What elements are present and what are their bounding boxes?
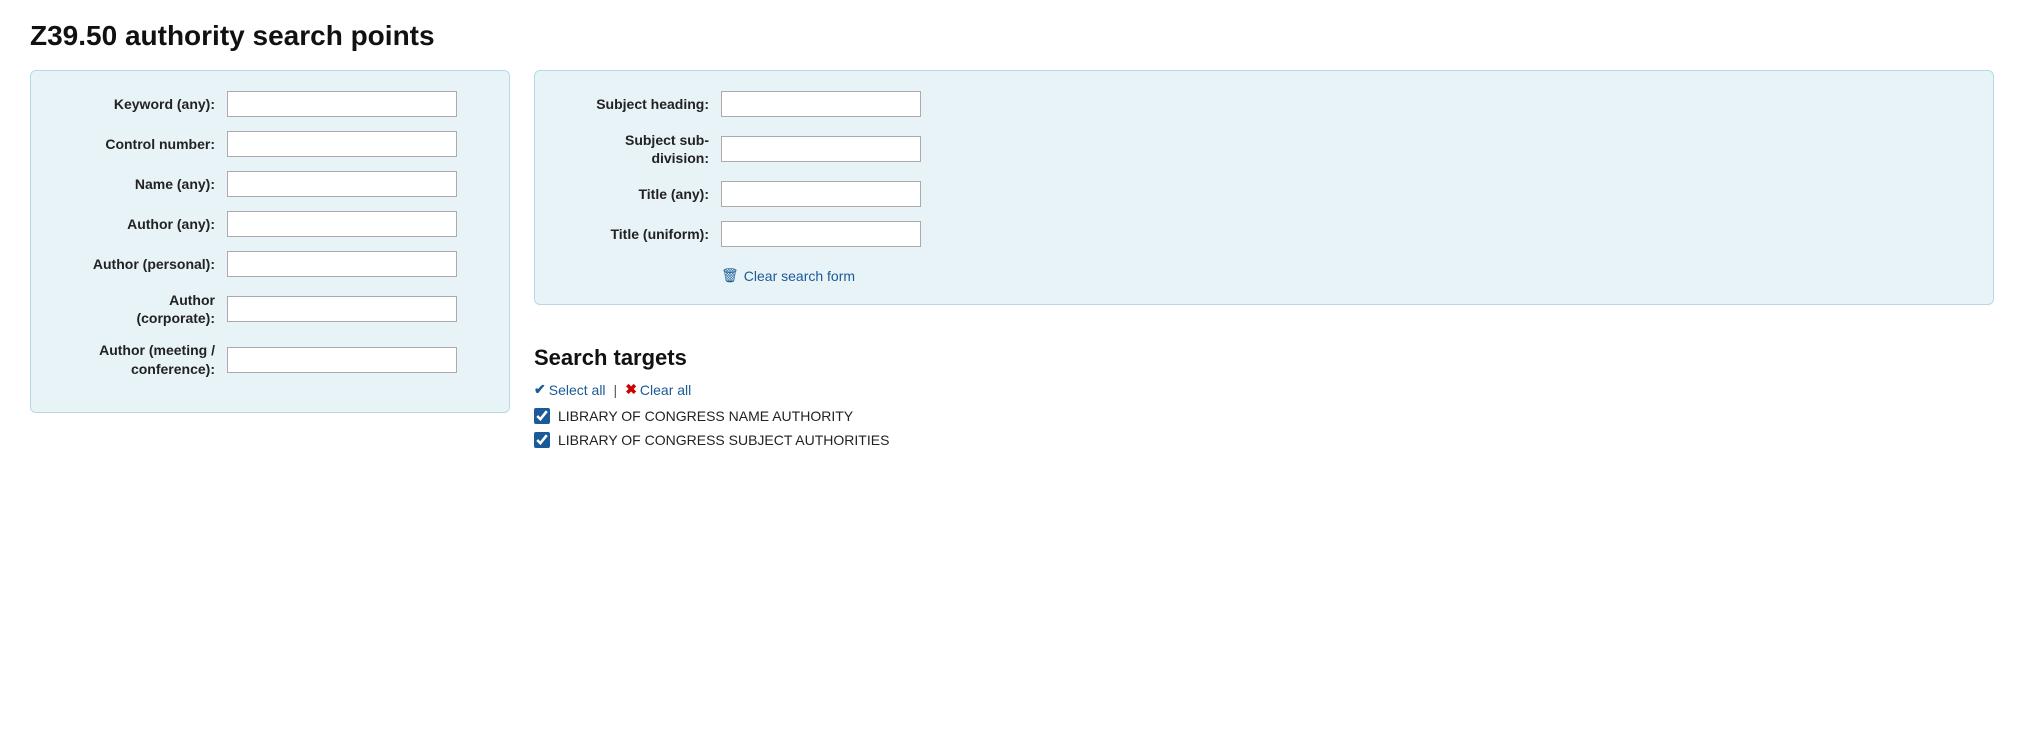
select-all-link[interactable]: ✔ Select all: [534, 381, 606, 398]
clear-search-label: Clear search form: [744, 268, 855, 284]
label-author-meeting: Author (meeting /conference):: [55, 341, 215, 377]
main-layout: Keyword (any): Control number: Name (any):…: [30, 70, 1994, 456]
checkbox-loc-subject[interactable]: [534, 432, 550, 448]
search-targets-section: Search targets ✔ Select all | ✖ Clear al…: [534, 345, 1994, 456]
checkmark-icon: ✔: [534, 381, 546, 398]
divider: |: [614, 382, 618, 398]
input-name-any[interactable]: [227, 171, 457, 197]
input-keyword-any[interactable]: [227, 91, 457, 117]
input-title-any[interactable]: [721, 181, 921, 207]
form-row-title-uniform: Title (uniform):: [559, 221, 1969, 247]
clear-search-row: 🗑 Clear search form: [559, 261, 1969, 284]
right-column: Subject heading: Subject sub-division: Tit…: [534, 70, 1994, 456]
form-row-subject-subdivision: Subject sub-division:: [559, 131, 1969, 167]
left-panel: Keyword (any): Control number: Name (any):…: [30, 70, 510, 413]
label-title-uniform: Title (uniform):: [559, 225, 709, 243]
form-row-title-any: Title (any):: [559, 181, 1969, 207]
checkbox-row-loc-subject: LIBRARY OF CONGRESS SUBJECT AUTHORITIES: [534, 432, 1994, 448]
input-author-any[interactable]: [227, 211, 457, 237]
right-panel: Subject heading: Subject sub-division: Tit…: [534, 70, 1994, 305]
select-all-label: Select all: [549, 382, 606, 398]
target-label-loc-subject: LIBRARY OF CONGRESS SUBJECT AUTHORITIES: [558, 432, 889, 448]
target-label-loc-name: LIBRARY OF CONGRESS NAME AUTHORITY: [558, 408, 853, 424]
trash-icon: 🗑: [721, 267, 739, 284]
input-author-corporate[interactable]: [227, 296, 457, 322]
input-subject-subdivision[interactable]: [721, 136, 921, 162]
label-name-any: Name (any):: [55, 175, 215, 193]
label-control-number: Control number:: [55, 135, 215, 153]
clear-search-link[interactable]: 🗑 Clear search form: [721, 267, 855, 284]
label-title-any: Title (any):: [559, 185, 709, 203]
form-row-keyword-any: Keyword (any):: [55, 91, 485, 117]
input-subject-heading[interactable]: [721, 91, 921, 117]
input-author-personal[interactable]: [227, 251, 457, 277]
form-row-author-any: Author (any):: [55, 211, 485, 237]
input-control-number[interactable]: [227, 131, 457, 157]
clear-all-link[interactable]: ✖ Clear all: [625, 381, 691, 398]
page-title: Z39.50 authority search points: [30, 20, 1994, 52]
label-author-corporate: Author(corporate):: [55, 291, 215, 327]
input-author-meeting[interactable]: [227, 347, 457, 373]
label-author-any: Author (any):: [55, 215, 215, 233]
form-row-control-number: Control number:: [55, 131, 485, 157]
label-author-personal: Author (personal):: [55, 255, 215, 273]
label-subject-heading: Subject heading:: [559, 95, 709, 113]
form-row-subject-heading: Subject heading:: [559, 91, 1969, 117]
select-clear-row: ✔ Select all | ✖ Clear all: [534, 381, 1994, 398]
x-icon: ✖: [625, 381, 637, 398]
form-row-author-corporate: Author(corporate):: [55, 291, 485, 327]
form-row-author-meeting: Author (meeting /conference):: [55, 341, 485, 377]
form-row-author-personal: Author (personal):: [55, 251, 485, 277]
form-row-name-any: Name (any):: [55, 171, 485, 197]
label-keyword-any: Keyword (any):: [55, 95, 215, 113]
checkbox-loc-name[interactable]: [534, 408, 550, 424]
checkbox-row-loc-name: LIBRARY OF CONGRESS NAME AUTHORITY: [534, 408, 1994, 424]
label-subject-subdivision: Subject sub-division:: [559, 131, 709, 167]
search-targets-heading: Search targets: [534, 345, 1994, 371]
clear-all-label: Clear all: [640, 382, 691, 398]
input-title-uniform[interactable]: [721, 221, 921, 247]
